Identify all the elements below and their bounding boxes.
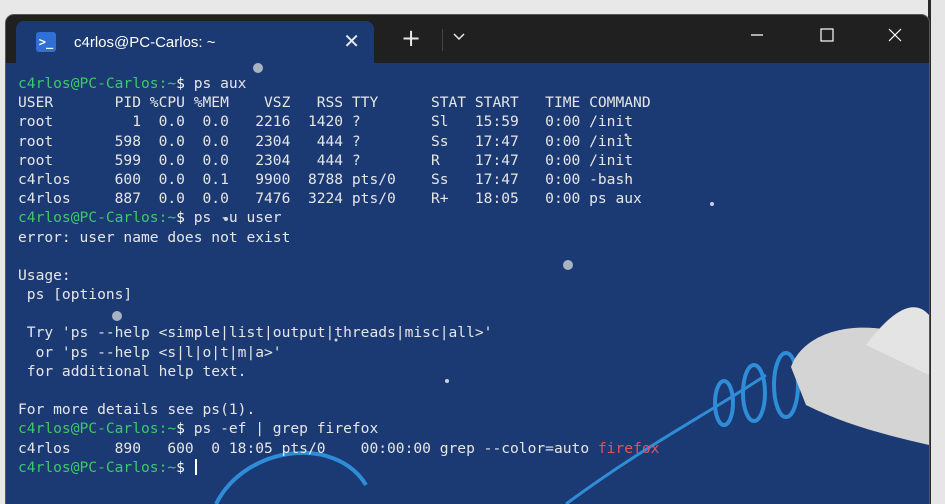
prompt-symbol: $ (176, 420, 194, 438)
tab-divider (442, 29, 443, 51)
terminal-line: ps [options] (18, 286, 133, 304)
minimize-icon (751, 34, 763, 36)
tab-title: c4rlos@PC-Carlos: ~ (74, 33, 216, 51)
command-text: ps aux (193, 75, 247, 92)
maximize-button[interactable] (793, 15, 861, 55)
terminal-line: error: user name does not exist (18, 228, 291, 246)
terminal-line: c4rlos@PC-Carlos:~$ (18, 458, 929, 477)
prompt-symbol: $ (176, 458, 194, 476)
prompt-user-host: c4rlos@PC-Carlos:~ (18, 420, 177, 438)
output-text: c4rlos 890 600 0 18:05 pts/0 00:00:00 gr… (18, 439, 598, 457)
prompt-user-host: c4rlos@PC-Carlos:~ (18, 209, 177, 227)
terminal-line: USER PID %CPU %MEM VSZ RSS TTY STAT STAR… (18, 94, 651, 112)
terminal-line: c4rlos 887 0.0 0.0 7476 3224 pts/0 R+ 18… (18, 190, 642, 208)
text-cursor (194, 458, 197, 475)
terminal-line: c4rlos@PC-Carlos:~$ ps aux (18, 74, 929, 93)
close-tab-icon[interactable]: ✕ (343, 31, 360, 51)
prompt-user-host: c4rlos@PC-Carlos:~ (18, 458, 177, 476)
close-window-button[interactable] (861, 15, 929, 55)
chevron-down-icon[interactable] (452, 28, 466, 42)
terminal-line: root 599 0.0 0.0 2304 444 ? R 17:47 0:00… (18, 151, 634, 169)
terminal-line: root 1 0.0 0.0 2216 1420 ? Sl 15:59 0:00… (18, 113, 634, 131)
terminal-output[interactable]: c4rlos@PC-Carlos:~$ ps aux USER PID %CPU … (18, 74, 929, 504)
powershell-icon: >_ (36, 32, 56, 52)
maximize-icon (820, 28, 834, 42)
close-icon (888, 28, 902, 42)
terminal-window: >_ c4rlos@PC-Carlos: ~ ✕ + c4rlos@PC-Car… (6, 15, 929, 504)
terminal-line: c4rlos@PC-Carlos:~$ ps -u user (18, 208, 929, 227)
new-tab-button[interactable]: + (401, 25, 421, 51)
minimize-button[interactable] (723, 15, 791, 55)
terminal-line: c4rlos 600 0.0 0.1 9900 8788 pts/0 Ss 17… (18, 170, 634, 188)
command-text: ps -u user (193, 209, 282, 227)
prompt-user-host: c4rlos@PC-Carlos:~ (18, 75, 177, 92)
terminal-line: or 'ps --help <s|l|o|t|m|a>' (18, 343, 282, 361)
terminal-line: c4rlos 890 600 0 18:05 pts/0 00:00:00 gr… (18, 439, 929, 458)
terminal-line: c4rlos@PC-Carlos:~$ ps -ef | grep firefo… (18, 419, 929, 438)
title-bar: >_ c4rlos@PC-Carlos: ~ ✕ + (6, 15, 929, 63)
prompt-symbol: $ (176, 209, 194, 227)
terminal-line: Try 'ps --help <simple|list|output|threa… (18, 324, 493, 342)
tab-terminal[interactable]: >_ c4rlos@PC-Carlos: ~ ✕ (16, 21, 374, 63)
terminal-line: Usage: (18, 266, 71, 284)
grep-match: firefox (597, 439, 660, 457)
command-text: ps -ef | grep firefox (193, 420, 379, 438)
prompt-symbol: $ (176, 75, 194, 92)
terminal-line: for additional help text. (18, 362, 247, 380)
terminal-line: For more details see ps(1). (18, 401, 256, 419)
terminal-line: root 598 0.0 0.0 2304 444 ? Ss 17:47 0:0… (18, 132, 634, 150)
